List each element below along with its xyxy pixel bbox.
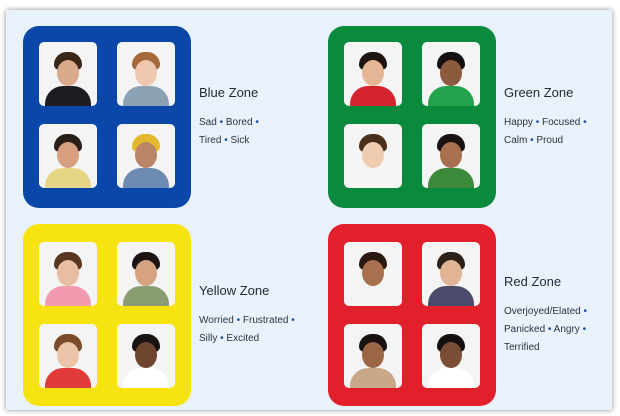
blue-zone-panel [23,26,191,208]
blue-zone-emotions: Sad • Bored • Tired • Sick [199,117,259,146]
child-photo-sad [39,42,97,106]
yellow-zone-panel [23,224,191,406]
yellow-zone-emotions: Worried • Frustrated • Silly • Excited [199,315,295,344]
child-photo-panicked [422,242,480,306]
child-photo-focused [422,42,480,106]
red-zone-panel [328,224,496,406]
child-photo-proud [422,124,480,188]
child-photo-frustrated [117,242,175,306]
child-photo-bored [117,42,175,106]
green-zone-emotions: Happy • Focused • Calm • Proud [504,117,587,146]
child-photo-angry [344,324,402,388]
child-photo-calm [344,124,402,188]
red-zone-emotions: Overjoyed/Elated • Panicked • Angry • Te… [504,306,588,353]
yellow-zone-title: Yellow Zone [199,283,270,298]
zones-chart-frame: Blue Zone Sad • Bored • Tired • Sick Gre… [6,10,612,410]
child-photo-tired [39,124,97,188]
child-photo-happy [344,42,402,106]
red-zone-title: Red Zone [504,274,562,289]
blue-zone-title: Blue Zone [199,85,259,100]
child-photo-terrified [422,324,480,388]
child-photo-sick [117,124,175,188]
child-photo-overjoyed [344,242,402,306]
green-zone-title: Green Zone [504,85,574,100]
child-photo-excited [117,324,175,388]
child-photo-silly [39,324,97,388]
green-zone-panel [328,26,496,208]
child-photo-worried [39,242,97,306]
